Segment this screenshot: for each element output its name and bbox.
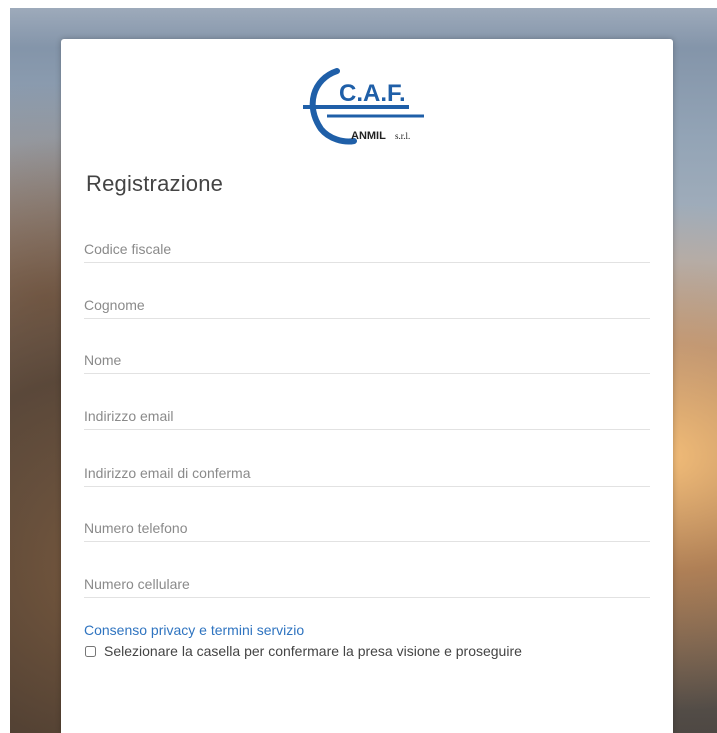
nome-input[interactable]: [84, 347, 650, 373]
codice-fiscale-input[interactable]: [84, 236, 650, 262]
email-field[interactable]: [84, 403, 650, 430]
privacy-terms-link[interactable]: Consenso privacy e termini servizio: [84, 622, 304, 638]
logo-main-text: C.A.F.: [339, 80, 406, 107]
consent-checkbox[interactable]: [85, 645, 96, 657]
logo-sub-text: ANMIL: [351, 130, 386, 142]
page-title: Registrazione: [86, 171, 224, 196]
cellulare-field[interactable]: [84, 571, 650, 598]
registration-card: C.A.F. ANMIL s.r.l. Registrazione Consen…: [61, 39, 673, 733]
email-confirm-input[interactable]: [84, 460, 650, 486]
cognome-field[interactable]: [84, 292, 650, 319]
email-input[interactable]: [84, 403, 650, 429]
caf-anmil-logo: C.A.F. ANMIL s.r.l.: [303, 68, 424, 145]
telefono-field[interactable]: [84, 515, 650, 542]
logo-suffix-text: s.r.l.: [395, 131, 410, 141]
codice-fiscale-field[interactable]: [84, 236, 650, 263]
consent-checkbox-label: Selezionare la casella per confermare la…: [104, 643, 522, 659]
cellulare-input[interactable]: [84, 571, 650, 597]
consent-checkbox-row[interactable]: Selezionare la casella per confermare la…: [84, 643, 522, 659]
email-confirm-field[interactable]: [84, 460, 650, 487]
cognome-input[interactable]: [84, 292, 650, 318]
telefono-input[interactable]: [84, 515, 650, 541]
nome-field[interactable]: [84, 347, 650, 374]
page: C.A.F. ANMIL s.r.l. Registrazione Consen…: [0, 0, 717, 733]
